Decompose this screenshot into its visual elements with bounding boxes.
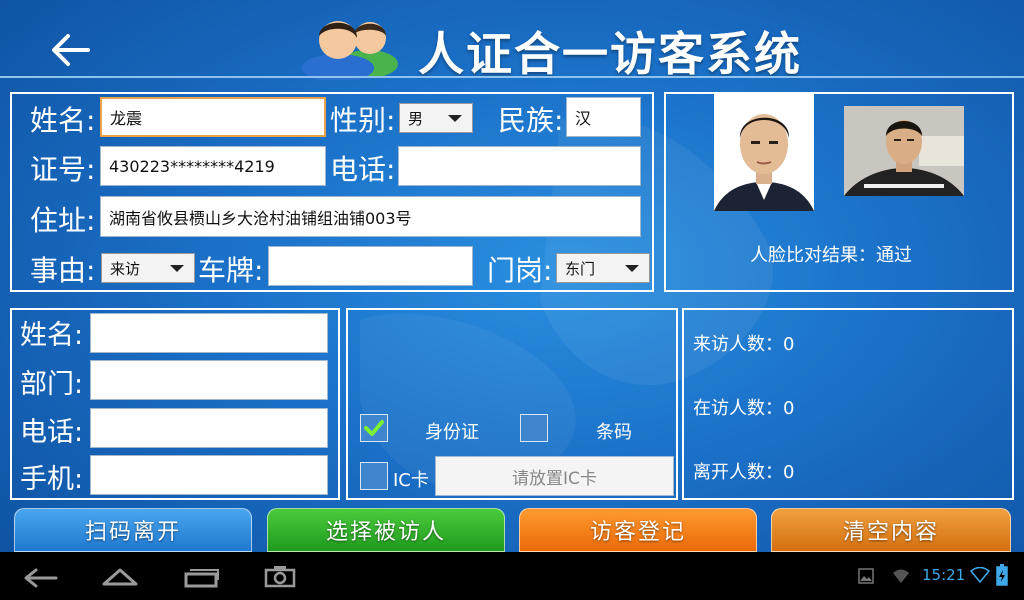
host-mobile-field[interactable] bbox=[90, 455, 328, 495]
iccard-label: IC卡 bbox=[393, 470, 429, 491]
chevron-down-icon bbox=[170, 265, 184, 272]
reason-select[interactable]: 来访 bbox=[101, 253, 195, 283]
face-result-text: 人脸比对结果：通过 bbox=[750, 245, 912, 266]
address-field[interactable]: 湖南省攸县槚山乡大沧村油铺组油铺003号 bbox=[100, 196, 641, 237]
nav-home-icon[interactable] bbox=[100, 564, 140, 588]
left-count: 离开人数：0 bbox=[693, 462, 795, 483]
nav-back-icon[interactable] bbox=[20, 564, 60, 588]
phone-label: 电话: bbox=[330, 153, 396, 186]
chevron-down-icon bbox=[625, 265, 639, 272]
status-time: 15:21 bbox=[922, 566, 966, 584]
reason-value: 来访 bbox=[110, 259, 141, 278]
visit-count: 来访人数：0 bbox=[693, 334, 795, 355]
host-mobile-label: 手机: bbox=[20, 464, 84, 495]
host-dept-field[interactable] bbox=[90, 360, 328, 400]
reason-label: 事由: bbox=[30, 254, 96, 287]
ic-card-field[interactable]: 请放置IC卡 bbox=[435, 456, 674, 496]
idcard-checkbox[interactable] bbox=[360, 414, 388, 442]
battery-charging-icon bbox=[996, 564, 1008, 586]
nav-recent-apps-icon[interactable] bbox=[182, 564, 222, 588]
gate-select[interactable]: 东门 bbox=[556, 253, 650, 283]
plate-label: 车牌: bbox=[198, 254, 264, 287]
host-phone-label: 电话: bbox=[20, 417, 84, 448]
host-phone-field[interactable] bbox=[90, 408, 328, 448]
screenshot-camera-icon[interactable] bbox=[264, 564, 296, 588]
host-name-label: 姓名: bbox=[20, 320, 84, 351]
chevron-down-icon bbox=[448, 115, 462, 122]
gate-label: 门岗: bbox=[487, 254, 553, 287]
address-label: 住址: bbox=[30, 204, 96, 237]
wifi-dim-icon bbox=[893, 569, 909, 583]
visitor-name-field[interactable]: 龙震 bbox=[100, 97, 326, 137]
select-host-button[interactable]: 选择被访人 bbox=[267, 508, 505, 552]
id-label: 证号: bbox=[30, 153, 96, 186]
ethnic-label: 民族: bbox=[498, 104, 564, 137]
wifi-icon bbox=[970, 567, 990, 583]
name-label: 姓名: bbox=[30, 104, 96, 137]
clear-content-button[interactable]: 清空内容 bbox=[771, 508, 1011, 552]
phone-field[interactable] bbox=[398, 146, 641, 186]
host-dept-label: 部门: bbox=[20, 369, 84, 400]
id-card-photo bbox=[714, 94, 814, 211]
plate-field[interactable] bbox=[268, 246, 473, 286]
gender-value: 男 bbox=[408, 109, 424, 128]
gate-value: 东门 bbox=[565, 259, 596, 278]
scan-leave-button[interactable]: 扫码离开 bbox=[14, 508, 252, 552]
gender-label: 性别: bbox=[330, 104, 396, 137]
live-camera-photo bbox=[844, 106, 964, 196]
header-divider bbox=[0, 76, 1024, 78]
idcard-label: 身份证 bbox=[425, 422, 479, 443]
barcode-label: 条码 bbox=[596, 422, 632, 443]
check-icon bbox=[364, 420, 384, 436]
id-number-field[interactable]: 430223********4219 bbox=[100, 146, 326, 186]
page-title: 人证合一访客系统 bbox=[418, 27, 802, 81]
back-arrow-icon[interactable] bbox=[48, 28, 94, 72]
users-icon bbox=[302, 21, 398, 80]
ethnic-field[interactable]: 汉 bbox=[566, 97, 641, 137]
iccard-checkbox[interactable] bbox=[360, 462, 388, 490]
barcode-checkbox[interactable] bbox=[520, 414, 548, 442]
gender-select[interactable]: 男 bbox=[399, 103, 473, 133]
present-count: 在访人数：0 bbox=[693, 398, 795, 419]
gallery-notification-icon bbox=[858, 568, 874, 584]
host-name-field[interactable] bbox=[90, 313, 328, 353]
system-nav-bar: 15:21 bbox=[0, 552, 1024, 600]
register-visitor-button[interactable]: 访客登记 bbox=[519, 508, 757, 552]
